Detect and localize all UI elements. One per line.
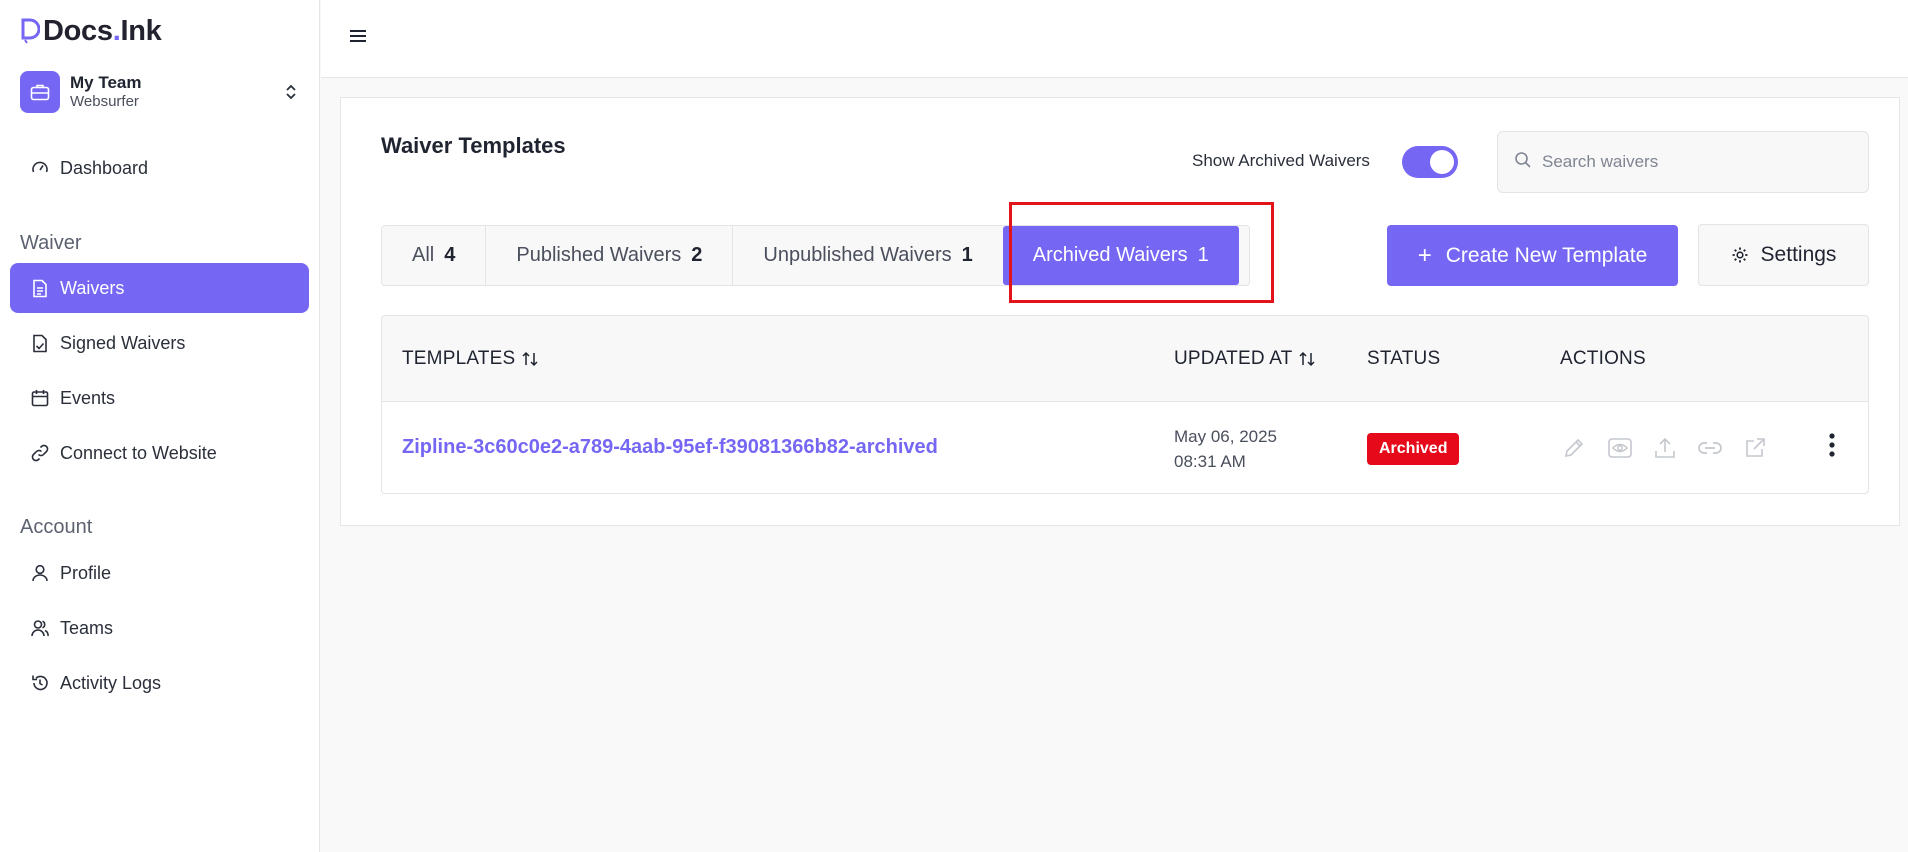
users-icon — [30, 618, 50, 638]
updated-time: 08:31 AM — [1174, 452, 1246, 471]
sidebar-item-activity-logs[interactable]: Activity Logs — [10, 658, 309, 708]
sidebar-item-dashboard[interactable]: Dashboard — [10, 143, 309, 193]
sidebar-item-signed-waivers[interactable]: Signed Waivers — [10, 318, 309, 368]
logo-dot: . — [112, 14, 121, 47]
column-header-status: STATUS — [1367, 348, 1441, 369]
sidebar-item-events[interactable]: Events — [10, 373, 309, 423]
signed-document-icon — [30, 333, 50, 353]
tab-published-waivers[interactable]: Published Waivers 2 — [486, 226, 734, 285]
tab-label: Unpublished Waivers — [763, 244, 952, 266]
sidebar-item-label: Teams — [60, 617, 114, 638]
status-badge: Archived — [1367, 433, 1460, 465]
search-icon — [1514, 151, 1532, 174]
search-box[interactable] — [1497, 131, 1869, 193]
upload-icon[interactable] — [1651, 434, 1679, 462]
sort-icon[interactable] — [521, 350, 539, 368]
tab-count: 4 — [444, 244, 456, 266]
user-icon — [30, 563, 50, 583]
gear-icon — [1731, 246, 1749, 264]
sidebar-item-profile[interactable]: Profile — [10, 548, 309, 598]
sidebar-item-connect-to-website[interactable]: Connect to Website — [10, 428, 309, 478]
column-header-label: TEMPLATES — [402, 348, 516, 369]
tab-unpublished-waivers[interactable]: Unpublished Waivers 1 — [733, 226, 1002, 285]
history-icon — [30, 673, 50, 693]
updated-at-cell: May 06, 2025 08:31 AM — [1174, 424, 1277, 474]
team-switcher[interactable]: My Team Websurfer — [20, 70, 302, 114]
table-header: TEMPLATES UPDATED AT STATUS ACTIONS — [382, 316, 1868, 402]
updated-date: May 06, 2025 — [1174, 427, 1278, 446]
calendar-icon — [30, 388, 50, 408]
section-label-account: Account — [20, 516, 93, 538]
column-header-templates: TEMPLATES — [402, 348, 539, 370]
tab-all[interactable]: All 4 — [382, 226, 487, 285]
tab-count: 1 — [961, 244, 973, 266]
sort-icon[interactable] — [1298, 350, 1316, 368]
sidebar-item-waivers[interactable]: Waivers — [10, 263, 309, 313]
docs-ink-logo[interactable]: Docs. Ink — [20, 14, 162, 48]
tab-label: Published Waivers — [516, 244, 682, 266]
tab-label: All — [412, 244, 435, 266]
settings-button[interactable]: Settings — [1698, 224, 1869, 286]
document-icon — [30, 278, 50, 298]
sidebar-item-label: Connect to Website — [60, 442, 217, 463]
edit-pencil-icon[interactable] — [1560, 434, 1588, 462]
plus-icon: + — [1417, 241, 1432, 269]
more-options-icon[interactable] — [1822, 430, 1842, 460]
show-archived-label: Show Archived Waivers — [1192, 151, 1370, 170]
preview-eye-icon[interactable] — [1606, 434, 1634, 462]
logo-mark-icon — [21, 18, 40, 44]
toggle-knob — [1430, 150, 1454, 174]
sidebar-item-teams[interactable]: Teams — [10, 603, 309, 653]
page-title: Waiver Templates — [381, 133, 566, 158]
sidebar-item-label: Profile — [60, 562, 112, 583]
logo-name-main: Docs — [43, 14, 113, 47]
templates-table: TEMPLATES UPDATED AT STATUS ACTIONS Zipl… — [381, 315, 1869, 494]
section-label-waiver: Waiver — [20, 232, 82, 254]
chevron-up-down-icon[interactable] — [280, 81, 302, 103]
team-name: My Team — [70, 73, 142, 92]
create-new-template-button[interactable]: + Create New Template — [1387, 225, 1678, 286]
show-archived-toggle[interactable] — [1402, 146, 1458, 178]
copy-link-icon[interactable] — [1696, 434, 1724, 462]
column-header-actions: ACTIONS — [1560, 348, 1646, 369]
team-subtitle: Websurfer — [70, 93, 139, 110]
column-header-label: UPDATED AT — [1174, 348, 1293, 369]
tab-count: 2 — [691, 244, 703, 266]
menu-icon[interactable] — [349, 28, 371, 48]
sidebar: Docs. Ink My Team Websurfer Dashboard Wai… — [0, 0, 320, 852]
template-name-link[interactable]: Zipline-3c60c0e2-a789-4aab-95ef-f3908136… — [402, 436, 938, 459]
settings-button-label: Settings — [1760, 243, 1837, 266]
sidebar-item-label: Signed Waivers — [60, 332, 186, 353]
table-row: Zipline-3c60c0e2-a789-4aab-95ef-f3908136… — [382, 402, 1868, 493]
sidebar-item-label: Waivers — [60, 277, 125, 298]
gauge-icon — [30, 158, 50, 178]
external-link-icon[interactable] — [1741, 434, 1769, 462]
briefcase-icon — [20, 71, 60, 113]
link-icon — [30, 443, 50, 463]
top-bar — [321, 0, 1908, 78]
highlight-annotation — [1009, 202, 1274, 303]
sidebar-item-label: Dashboard — [60, 157, 149, 178]
search-input[interactable] — [1542, 152, 1842, 172]
sidebar-item-label: Activity Logs — [60, 672, 162, 693]
column-header-updated-at: UPDATED AT — [1174, 348, 1316, 370]
sidebar-item-label: Events — [60, 387, 116, 408]
logo-name-suffix: Ink — [120, 14, 162, 47]
create-button-label: Create New Template — [1445, 243, 1648, 267]
